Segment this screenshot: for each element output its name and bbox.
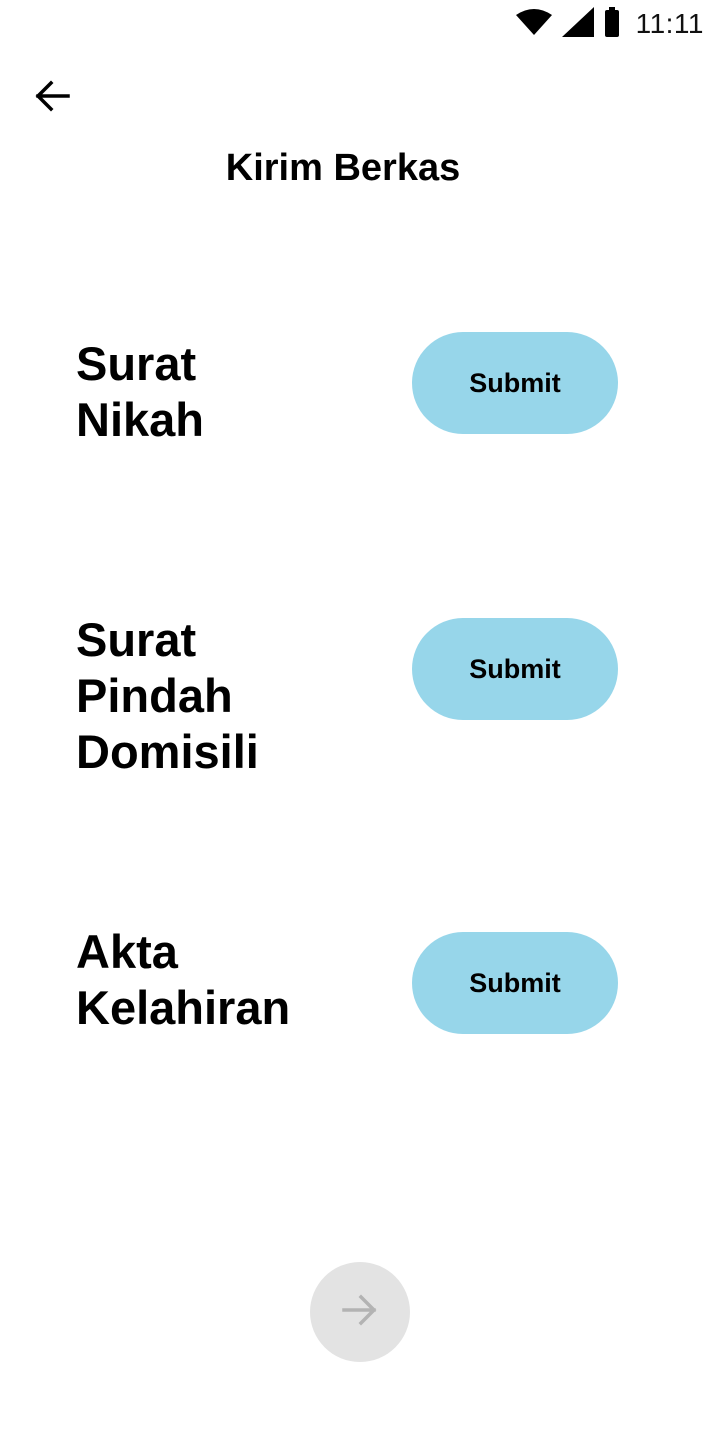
document-label: Surat Pindah Domisili [76,612,396,780]
next-button[interactable] [310,1262,410,1362]
document-label: Surat Nikah [76,336,396,448]
arrow-right-icon [342,1294,378,1331]
document-label-line: Kelahiran [76,981,291,1034]
document-label: Akta Kelahiran [76,924,396,1036]
status-bar: 11:11 [0,0,720,48]
document-label-line: Pindah [76,669,233,722]
battery-icon [604,6,620,42]
document-label-line: Nikah [76,393,204,446]
status-time: 11:11 [635,8,704,39]
document-label-line: Akta [76,925,178,978]
document-label-line: Surat [76,337,197,390]
signal-icon [561,6,594,42]
page-title: Kirim Berkas [225,147,461,189]
submit-button-surat-nikah[interactable]: Submit [412,332,618,434]
status-icons: 11:11 [515,6,704,42]
back-button[interactable] [26,74,78,122]
wifi-icon [515,8,552,40]
submit-button-surat-pindah-domisili[interactable]: Submit [412,618,618,720]
submit-button-akta-kelahiran[interactable]: Submit [412,932,618,1034]
arrow-left-icon [34,80,70,117]
document-label-line: Domisili [76,725,259,778]
document-label-line: Surat [76,613,197,666]
